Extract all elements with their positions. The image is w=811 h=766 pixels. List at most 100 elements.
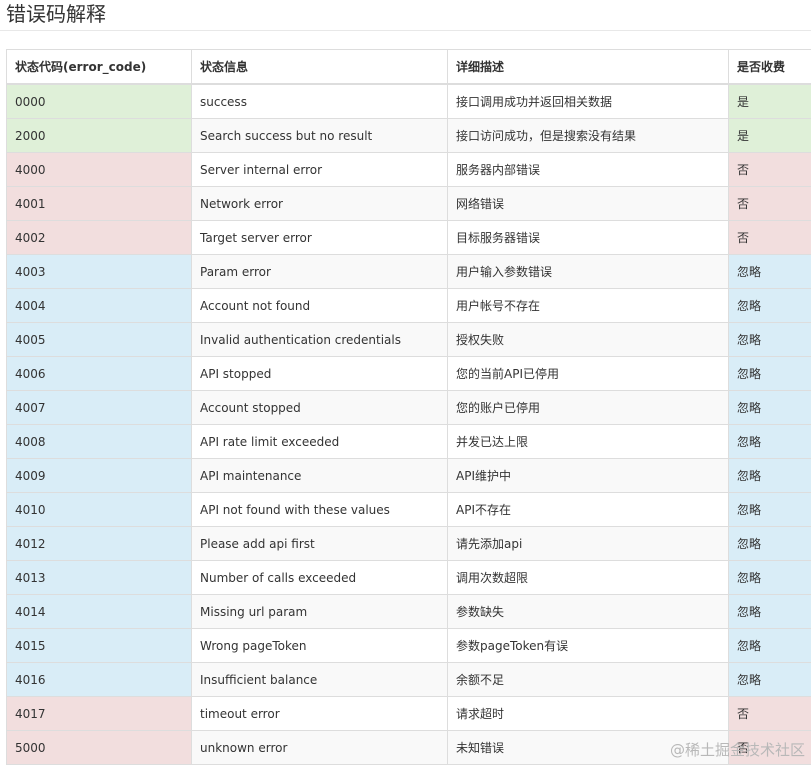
error-code-cell: 4002 xyxy=(6,220,192,255)
status-message-cell: Network error xyxy=(191,186,448,221)
error-code-cell: 4001 xyxy=(6,186,192,221)
charged-cell: 否 xyxy=(728,152,811,187)
error-code-cell: 5000 xyxy=(6,730,192,765)
page-title: 错误码解释 xyxy=(6,2,106,26)
error-code-cell: 4012 xyxy=(6,526,192,561)
table-row: 4006 API stopped 您的当前API已停用 忽略 xyxy=(6,356,811,391)
status-message-cell: Account stopped xyxy=(191,390,448,425)
header-error-code: 状态代码(error_code) xyxy=(6,49,192,85)
error-code-cell: 4010 xyxy=(6,492,192,527)
charged-cell: 否 xyxy=(728,730,811,765)
charged-cell: 忽略 xyxy=(728,628,811,663)
description-cell: 未知错误 xyxy=(447,730,729,765)
table-row: 2000 Search success but no result 接口访问成功，但… xyxy=(6,118,811,153)
charged-cell: 否 xyxy=(728,220,811,255)
table-row: 4001 Network error 网络错误否 xyxy=(6,186,811,221)
charged-cell: 忽略 xyxy=(728,356,811,391)
charged-cell: 否 xyxy=(728,696,811,731)
description-cell: 余额不足 xyxy=(447,662,729,697)
error-code-table: 状态代码(error_code) 状态信息 详细描述 是否收费 0000 succ… xyxy=(6,49,811,765)
error-code-cell: 4016 xyxy=(6,662,192,697)
description-cell: 您的账户已停用 xyxy=(447,390,729,425)
description-cell: 目标服务器错误 xyxy=(447,220,729,255)
header-status-message: 状态信息 xyxy=(191,49,448,85)
error-code-cell: 4014 xyxy=(6,594,192,629)
charged-cell: 忽略 xyxy=(728,322,811,357)
charged-cell: 忽略 xyxy=(728,560,811,595)
table-body: 0000 success 接口调用成功并返回相关数据是 2000 Search succ… xyxy=(6,83,811,765)
status-message-cell: Number of calls exceeded xyxy=(191,560,448,595)
charged-cell: 忽略 xyxy=(728,458,811,493)
error-code-cell: 4000 xyxy=(6,152,192,187)
description-cell: 服务器内部错误 xyxy=(447,152,729,187)
status-message-cell: API maintenance xyxy=(191,458,448,493)
description-cell: 参数缺失 xyxy=(447,594,729,629)
description-cell: 参数pageToken有误 xyxy=(447,628,729,663)
header-row: 状态代码(error_code) 状态信息 详细描述 是否收费 xyxy=(6,49,811,85)
status-message-cell: API not found with these values xyxy=(191,492,448,527)
description-cell: API不存在 xyxy=(447,492,729,527)
table-row: 4015 Wrong pageToken 参数pageToken有误 忽略 xyxy=(6,628,811,663)
description-cell: 请求超时 xyxy=(447,696,729,731)
error-code-cell: 2000 xyxy=(6,118,192,153)
table-row: 4012 Please add api first 请先添加api 忽略 xyxy=(6,526,811,561)
status-message-cell: Invalid authentication credentials xyxy=(191,322,448,357)
header-description: 详细描述 xyxy=(447,49,729,85)
status-message-cell: unknown error xyxy=(191,730,448,765)
table-row: 4007 Account stopped 您的账户已停用 忽略 xyxy=(6,390,811,425)
description-cell: 授权失败 xyxy=(447,322,729,357)
description-cell: 接口调用成功并返回相关数据 xyxy=(447,83,729,119)
header-charged: 是否收费 xyxy=(728,49,811,85)
status-message-cell: API stopped xyxy=(191,356,448,391)
error-code-cell: 4008 xyxy=(6,424,192,459)
charged-cell: 忽略 xyxy=(728,492,811,527)
table-row: 5000 unknown error 未知错误否 xyxy=(6,730,811,765)
table-row: 4005 Invalid authentication credentials 授权… xyxy=(6,322,811,357)
status-message-cell: Wrong pageToken xyxy=(191,628,448,663)
status-message-cell: Missing url param xyxy=(191,594,448,629)
charged-cell: 忽略 xyxy=(728,254,811,289)
status-message-cell: Insufficient balance xyxy=(191,662,448,697)
table-row: 4003 Param error 用户输入参数错误 忽略 xyxy=(6,254,811,289)
status-message-cell: Server internal error xyxy=(191,152,448,187)
description-cell: 用户输入参数错误 xyxy=(447,254,729,289)
description-cell: 用户帐号不存在 xyxy=(447,288,729,323)
charged-cell: 忽略 xyxy=(728,526,811,561)
description-cell: API维护中 xyxy=(447,458,729,493)
description-cell: 并发已达上限 xyxy=(447,424,729,459)
table-row: 0000 success 接口调用成功并返回相关数据是 xyxy=(6,83,811,119)
charged-cell: 忽略 xyxy=(728,424,811,459)
description-cell: 调用次数超限 xyxy=(447,560,729,595)
table-row: 4014 Missing url param 参数缺失 忽略 xyxy=(6,594,811,629)
title-divider xyxy=(0,30,811,31)
description-cell: 您的当前API已停用 xyxy=(447,356,729,391)
table-row: 4013 Number of calls exceeded 调用次数超限 忽略 xyxy=(6,560,811,595)
table-row: 4017 timeout error 请求超时否 xyxy=(6,696,811,731)
error-code-cell: 4003 xyxy=(6,254,192,289)
status-message-cell: success xyxy=(191,83,448,119)
error-code-cell: 0000 xyxy=(6,83,192,119)
table-header: 状态代码(error_code) 状态信息 详细描述 是否收费 xyxy=(6,49,811,85)
status-message-cell: Please add api first xyxy=(191,526,448,561)
charged-cell: 否 xyxy=(728,186,811,221)
charged-cell: 忽略 xyxy=(728,288,811,323)
description-cell: 请先添加api xyxy=(447,526,729,561)
error-code-cell: 4013 xyxy=(6,560,192,595)
status-message-cell: timeout error xyxy=(191,696,448,731)
error-code-cell: 4005 xyxy=(6,322,192,357)
status-message-cell: Search success but no result xyxy=(191,118,448,153)
charged-cell: 忽略 xyxy=(728,594,811,629)
error-code-cell: 4007 xyxy=(6,390,192,425)
table-row: 4009 API maintenance API维护中 忽略 xyxy=(6,458,811,493)
table-row: 4002 Target server error 目标服务器错误否 xyxy=(6,220,811,255)
table-row: 4016 Insufficient balance 余额不足 忽略 xyxy=(6,662,811,697)
charged-cell: 是 xyxy=(728,83,811,119)
charged-cell: 忽略 xyxy=(728,390,811,425)
charged-cell: 是 xyxy=(728,118,811,153)
error-code-cell: 4004 xyxy=(6,288,192,323)
status-message-cell: Target server error xyxy=(191,220,448,255)
status-message-cell: API rate limit exceeded xyxy=(191,424,448,459)
table-row: 4000 Server internal error 服务器内部错误否 xyxy=(6,152,811,187)
error-code-cell: 4006 xyxy=(6,356,192,391)
error-code-cell: 4017 xyxy=(6,696,192,731)
